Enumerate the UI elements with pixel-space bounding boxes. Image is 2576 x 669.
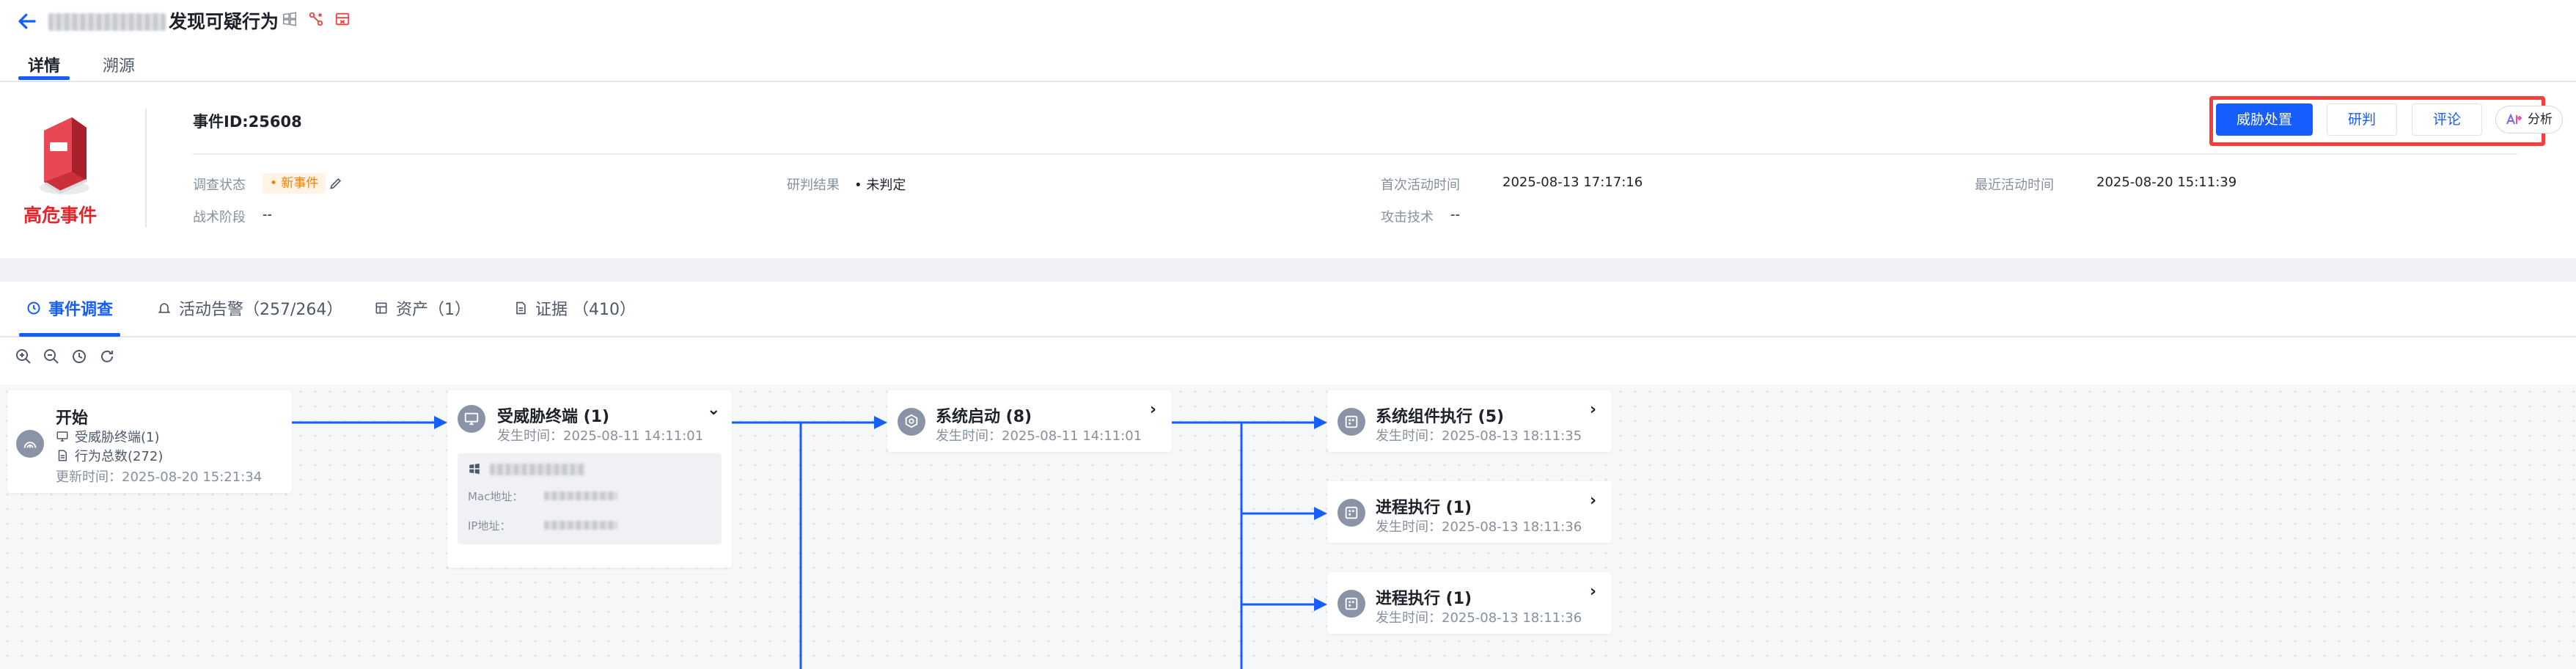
node-stat-text: 行为总数(272)	[75, 449, 164, 464]
summary-divider	[145, 109, 147, 227]
analyze-label: 分析	[2528, 112, 2553, 127]
redacted-host-name	[48, 13, 166, 31]
node-updated-time: 更新时间：2025-08-20 15:21:34	[56, 469, 263, 485]
chevron-right-icon[interactable]: ›	[1590, 491, 1596, 510]
redacted-ip	[544, 521, 617, 530]
last-activity-value: 2025-08-20 15:11:39	[2096, 175, 2237, 190]
technique-label: 攻击技术	[1381, 210, 1434, 225]
title-actions	[282, 11, 351, 27]
network-isolate-icon[interactable]	[308, 11, 324, 27]
tab-active-indicator	[18, 76, 70, 80]
chevron-right-icon[interactable]: ›	[1590, 582, 1596, 601]
asset-icon	[375, 302, 387, 314]
chevron-down-icon[interactable]: ⌄	[707, 401, 720, 419]
component-node-icon	[1337, 408, 1365, 436]
tab-assets[interactable]: 资产（1）	[374, 296, 471, 320]
tab-activity-alerts[interactable]: 活动告警（257/264）	[157, 296, 342, 320]
node-time: 发生时间：2025-08-13 18:11:35	[1376, 428, 1582, 444]
tab-detail[interactable]: 详情	[28, 53, 60, 76]
monitor-icon	[56, 431, 68, 442]
node-stat-endpoints: 受威胁终端(1)	[56, 427, 160, 446]
event-id: 事件ID:25608	[193, 113, 302, 131]
graph-node-endpoint[interactable]: 受威胁终端 (1) ⌄ 发生时间：2025-08-11 14:11:01 Mac…	[447, 390, 732, 568]
result-value: • 未判定	[854, 178, 906, 193]
tab-label: 事件调查	[48, 301, 114, 319]
page-title: 发现可疑行为	[169, 11, 279, 32]
refresh-icon[interactable]	[98, 348, 116, 365]
tactic-label: 战术阶段	[193, 210, 246, 225]
node-title: 受威胁终端 (1)	[497, 408, 610, 426]
windows-icon	[283, 12, 296, 26]
windows-icon	[469, 463, 480, 475]
ip-label: IP地址：	[468, 519, 511, 533]
attack-graph-canvas[interactable]	[0, 384, 2576, 669]
node-stat-behaviors: 行为总数(272)	[56, 446, 163, 465]
high-risk-icon	[40, 117, 89, 194]
endpoint-node-icon	[458, 405, 485, 433]
result-label: 研判结果	[787, 178, 840, 193]
node-title: 进程执行 (1)	[1376, 590, 1472, 608]
tab-trace[interactable]: 溯源	[103, 53, 135, 76]
summary-separator	[193, 153, 2517, 155]
comment-button[interactable]: 评论	[2412, 103, 2482, 136]
chevron-right-icon[interactable]: ›	[1590, 401, 1596, 419]
last-activity-label: 最近活动时间	[1975, 178, 2054, 193]
zoom-in-icon[interactable]	[15, 348, 32, 365]
boot-node-icon	[898, 408, 925, 436]
redacted-host-name	[490, 464, 585, 475]
graph-node-process-exec[interactable]: 进程执行 (1) › 发生时间：2025-08-13 18:11:36	[1327, 481, 1612, 543]
tab-active-indicator	[19, 333, 120, 337]
zoom-out-icon[interactable]	[43, 348, 60, 365]
back-arrow-icon[interactable]	[16, 10, 38, 32]
tab-label: 证据 （410）	[535, 301, 636, 319]
node-time: 发生时间：2025-08-11 14:11:01	[497, 428, 704, 444]
quarantine-icon[interactable]	[334, 11, 351, 27]
tab-label: 资产（1）	[396, 301, 471, 319]
graph-node-system-boot[interactable]: 系统启动 (8) › 发生时间：2025-08-11 14:11:01	[887, 390, 1172, 452]
node-stat-text: 受威胁终端(1)	[75, 430, 160, 445]
fit-view-icon[interactable]	[70, 348, 88, 365]
edit-icon[interactable]	[329, 176, 343, 191]
technique-value: --	[1450, 207, 1460, 222]
process-node-icon	[1337, 590, 1365, 618]
node-title: 系统组件执行 (5)	[1376, 408, 1505, 426]
node-title: 进程执行 (1)	[1376, 499, 1472, 517]
risk-level-label: 高危事件	[23, 205, 98, 226]
ai-analyze-button[interactable]: 分析	[2495, 106, 2563, 134]
node-time: 发生时间：2025-08-13 18:11:36	[1376, 519, 1582, 535]
endpoint-details-card: Mac地址： IP地址：	[458, 453, 722, 544]
page-header	[0, 0, 2576, 82]
graph-node-start[interactable]: 开始 受威胁终端(1) 行为总数(272) 更新时间：2025-08-20 15…	[7, 390, 292, 493]
node-time: 发生时间：2025-08-11 14:11:01	[936, 428, 1142, 444]
chevron-right-icon[interactable]: ›	[1150, 401, 1156, 419]
first-activity-label: 首次活动时间	[1381, 178, 1460, 193]
document-icon	[58, 450, 67, 461]
graph-toolbar	[15, 348, 116, 365]
first-activity-value: 2025-08-13 17:17:16	[1502, 175, 1643, 190]
status-label: 调查状态	[193, 178, 246, 193]
status-badge: • 新事件	[263, 173, 326, 194]
start-node-icon	[16, 430, 44, 458]
node-title: 系统启动 (8)	[936, 408, 1032, 426]
clock-icon	[27, 301, 40, 315]
bell-icon	[158, 303, 171, 313]
tab-event-investigation[interactable]: 事件调查	[26, 296, 113, 320]
section-gap	[0, 258, 2576, 282]
document-icon	[516, 301, 526, 315]
ai-sparkle-icon	[2506, 114, 2522, 125]
redacted-mac	[544, 491, 617, 500]
node-title: 开始	[56, 409, 89, 428]
threat-dispose-button[interactable]: 威胁处置	[2216, 103, 2313, 136]
graph-node-process-exec[interactable]: 进程执行 (1) › 发生时间：2025-08-13 18:11:36	[1327, 572, 1612, 634]
mac-label: Mac地址：	[468, 490, 524, 503]
tab-label: 活动告警（257/264）	[179, 301, 343, 319]
graph-node-component-exec[interactable]: 系统组件执行 (5) › 发生时间：2025-08-13 18:11:35	[1327, 390, 1612, 452]
tab-evidence[interactable]: 证据 （410）	[513, 296, 636, 320]
judge-button[interactable]: 研判	[2327, 103, 2397, 136]
process-node-icon	[1337, 499, 1365, 527]
tactic-value: --	[263, 207, 272, 222]
node-time: 发生时间：2025-08-13 18:11:36	[1376, 610, 1582, 626]
event-summary-panel	[0, 82, 2576, 258]
